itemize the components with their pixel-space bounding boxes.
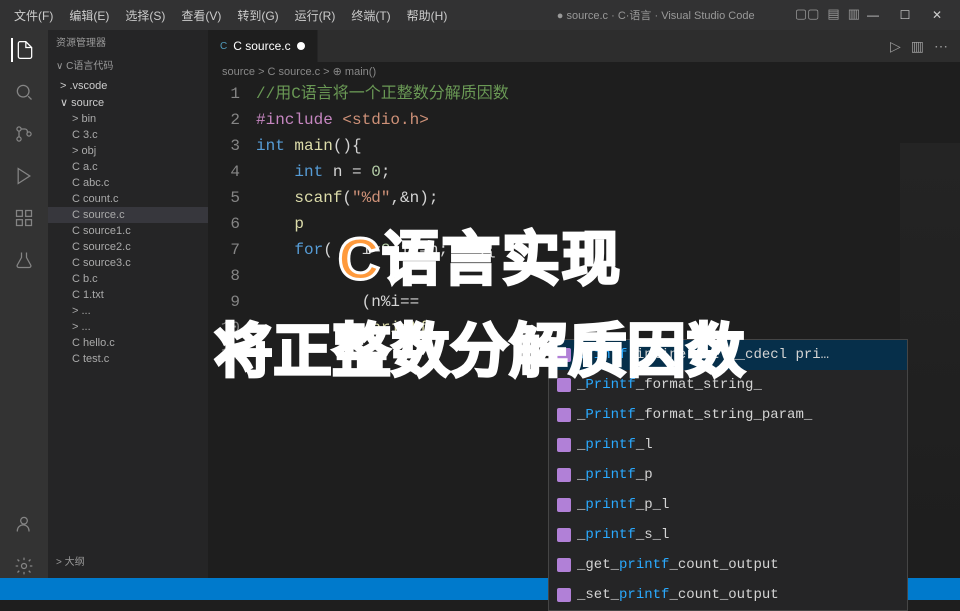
- c-file-icon: C: [220, 41, 227, 52]
- symbol-icon: [557, 468, 571, 482]
- more-icon[interactable]: ⋯: [934, 38, 948, 55]
- tree-item[interactable]: ∨ source: [48, 94, 208, 111]
- tree-item[interactable]: C hello.c: [48, 335, 208, 351]
- menu-go[interactable]: 转到(G): [231, 5, 284, 26]
- tree-item[interactable]: C b.c: [48, 271, 208, 287]
- tab-label: C source.c: [233, 39, 290, 53]
- autocomplete-item[interactable]: _printf_p: [549, 460, 907, 490]
- editor: C C source.c ▷ ▥ ⋯ source > C source.c >…: [208, 30, 960, 578]
- main-area: 资源管理器 ∨ C语言代码 > .vscode∨ source> binC 3.…: [0, 30, 960, 578]
- autocomplete-item[interactable]: _printf_l: [549, 430, 907, 460]
- test-icon[interactable]: [12, 248, 36, 272]
- tree-item[interactable]: C a.c: [48, 159, 208, 175]
- tree-item[interactable]: C abc.c: [48, 175, 208, 191]
- layout-icon[interactable]: ▢▢: [795, 6, 820, 22]
- tree-item[interactable]: > bin: [48, 111, 208, 127]
- symbol-icon: [557, 408, 571, 422]
- maximize-button[interactable]: ☐: [890, 4, 920, 26]
- autocomplete-item[interactable]: _printf_p_l: [549, 490, 907, 520]
- autocomplete-popup[interactable]: printf inline int __cdecl pri…_Printf_fo…: [548, 339, 908, 611]
- accounts-icon[interactable]: [12, 512, 36, 536]
- extensions-icon[interactable]: [12, 206, 36, 230]
- autocomplete-item[interactable]: printf inline int __cdecl pri…: [549, 340, 907, 370]
- titlebar: 文件(F) 编辑(E) 选择(S) 查看(V) 转到(G) 运行(R) 终端(T…: [0, 0, 960, 30]
- tree-item[interactable]: > obj: [48, 143, 208, 159]
- window-controls: — ☐ ✕: [858, 4, 952, 26]
- menu-bar: 文件(F) 编辑(E) 选择(S) 查看(V) 转到(G) 运行(R) 终端(T…: [8, 5, 453, 26]
- tree-item[interactable]: C 3.c: [48, 127, 208, 143]
- run-debug-icon[interactable]: [12, 164, 36, 188]
- menu-help[interactable]: 帮助(H): [401, 5, 454, 26]
- tree-item[interactable]: C 1.txt: [48, 287, 208, 303]
- settings-icon[interactable]: [12, 554, 36, 578]
- source-control-icon[interactable]: [12, 122, 36, 146]
- menu-edit[interactable]: 编辑(E): [63, 5, 115, 26]
- tab-bar: C C source.c ▷ ▥ ⋯: [208, 30, 960, 62]
- autocomplete-item[interactable]: _set_printf_count_output: [549, 580, 907, 610]
- layout-icon[interactable]: ▥: [848, 6, 860, 22]
- tree-item[interactable]: > .vscode: [48, 78, 208, 94]
- symbol-icon: [557, 348, 571, 362]
- tab-actions: ▷ ▥ ⋯: [890, 30, 960, 62]
- code-area[interactable]: 1234567891011 //用C语言将一个正整数分解质因数#include …: [208, 81, 960, 578]
- menu-selection[interactable]: 选择(S): [119, 5, 171, 26]
- explorer-icon[interactable]: [11, 38, 35, 62]
- outline-header[interactable]: > 大纲: [48, 549, 208, 572]
- search-icon[interactable]: [12, 80, 36, 104]
- symbol-icon: [557, 498, 571, 512]
- tree-item[interactable]: C count.c: [48, 191, 208, 207]
- symbol-icon: [557, 378, 571, 392]
- menu-file[interactable]: 文件(F): [8, 5, 59, 26]
- folder-root[interactable]: ∨ C语言代码: [48, 53, 208, 76]
- menu-run[interactable]: 运行(R): [289, 5, 342, 26]
- sidebar: 资源管理器 ∨ C语言代码 > .vscode∨ source> binC 3.…: [48, 30, 208, 578]
- tree-item[interactable]: > ...: [48, 319, 208, 335]
- menu-terminal[interactable]: 终端(T): [345, 5, 396, 26]
- menu-view[interactable]: 查看(V): [175, 5, 227, 26]
- activity-bar: [0, 30, 48, 578]
- file-tree: > .vscode∨ source> binC 3.c> objC a.cC a…: [48, 76, 208, 369]
- unsaved-dot-icon: [297, 42, 305, 50]
- autocomplete-item[interactable]: _get_printf_count_output: [549, 550, 907, 580]
- tree-item[interactable]: C source2.c: [48, 239, 208, 255]
- tree-item[interactable]: C source.c: [48, 207, 208, 223]
- symbol-icon: [557, 528, 571, 542]
- run-icon[interactable]: ▷: [890, 38, 901, 55]
- breadcrumb[interactable]: source > C source.c > ⊕ main(): [208, 62, 960, 81]
- close-button[interactable]: ✕: [922, 4, 952, 26]
- layout-controls: ▢▢ ▤ ▥: [795, 6, 860, 22]
- tree-item[interactable]: C source1.c: [48, 223, 208, 239]
- autocomplete-item[interactable]: _Printf_format_string_param_: [549, 400, 907, 430]
- symbol-icon: [557, 558, 571, 572]
- autocomplete-item[interactable]: _printf_s_l: [549, 520, 907, 550]
- split-icon[interactable]: ▥: [911, 38, 924, 55]
- tree-item[interactable]: C source3.c: [48, 255, 208, 271]
- minimize-button[interactable]: —: [858, 4, 888, 26]
- line-numbers: 1234567891011: [208, 81, 256, 578]
- tab-source-c[interactable]: C C source.c: [208, 30, 318, 62]
- symbol-icon: [557, 438, 571, 452]
- explorer-header: 资源管理器: [48, 30, 208, 53]
- tree-item[interactable]: C test.c: [48, 351, 208, 367]
- tree-item[interactable]: > ...: [48, 303, 208, 319]
- autocomplete-item[interactable]: _Printf_format_string_: [549, 370, 907, 400]
- minimap[interactable]: [900, 143, 960, 543]
- layout-icon[interactable]: ▤: [827, 6, 839, 22]
